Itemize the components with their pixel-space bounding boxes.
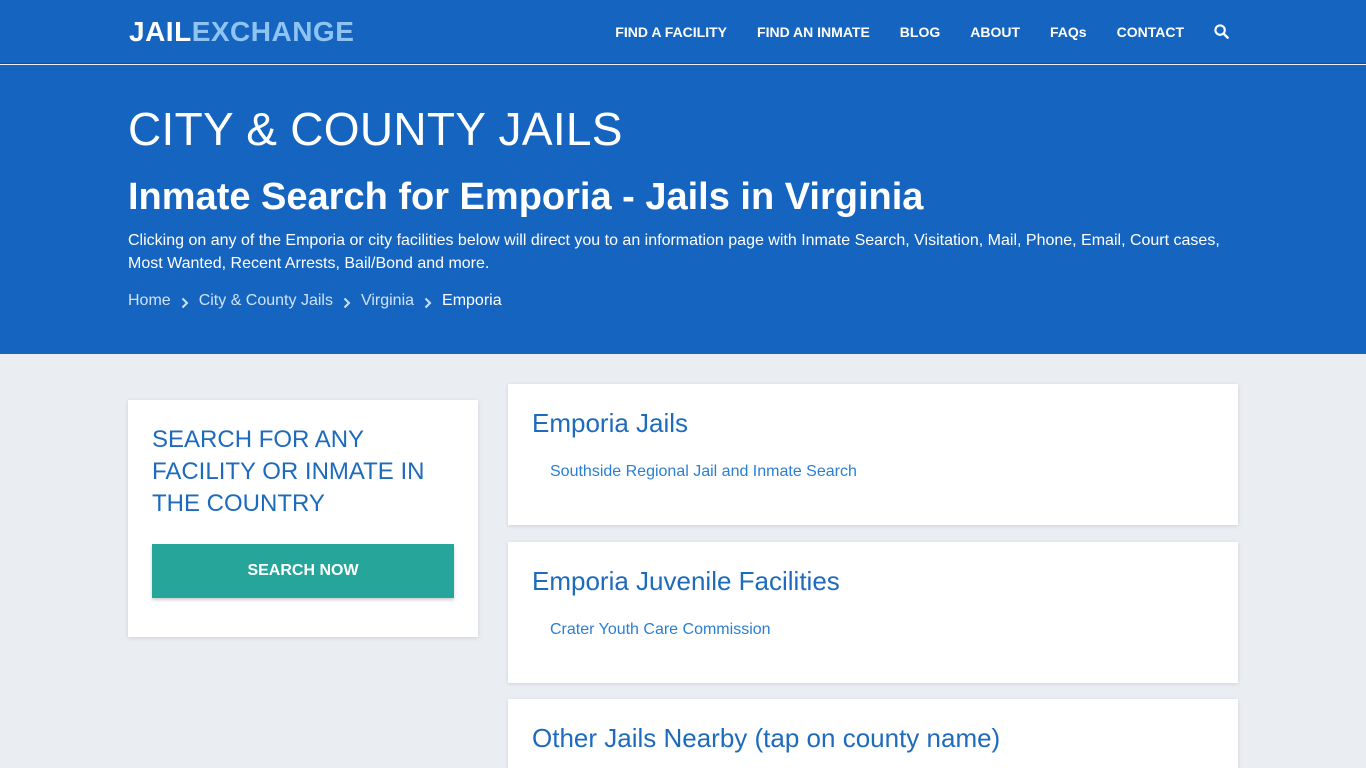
breadcrumb-city-county-jails[interactable]: City & County Jails [199,291,333,311]
search-now-button[interactable]: SEARCH NOW [152,544,454,598]
search-promo-card: SEARCH FOR ANY FACILITY OR INMATE IN THE… [128,400,478,637]
chevron-right-icon [424,295,432,309]
emporia-juvenile-card: Emporia Juvenile Facilities Crater Youth… [508,542,1238,683]
facility-link[interactable]: Crater Youth Care Commission [550,620,771,640]
breadcrumb-virginia[interactable]: Virginia [361,291,414,311]
breadcrumb-home[interactable]: Home [128,291,171,311]
search-promo-heading: SEARCH FOR ANY FACILITY OR INMATE IN THE… [152,426,425,517]
facility-link[interactable]: Southside Regional Jail and Inmate Searc… [550,462,857,482]
logo-part-jail: JAIL [129,16,192,47]
search-icon[interactable] [1214,24,1230,40]
nav-blog[interactable]: BLOG [900,0,940,64]
page-subtitle: Inmate Search for Emporia - Jails in Vir… [128,176,924,218]
chevron-right-icon [181,295,189,309]
nav-find-a-facility[interactable]: FIND A FACILITY [615,0,727,64]
chevron-right-icon [343,295,351,309]
nav-about[interactable]: ABOUT [970,0,1020,64]
main-nav: FIND A FACILITY FIND AN INMATE BLOG ABOU… [585,0,1230,64]
logo-part-exchange: EXCHANGE [191,16,355,47]
nav-find-an-inmate[interactable]: FIND AN INMATE [757,0,870,64]
top-navbar: JAILEXCHANGE FIND A FACILITY FIND AN INM… [0,0,1366,64]
jailexchange-logo[interactable]: JAILEXCHANGE [129,16,354,48]
page-description: Clicking on any of the Emporia or city f… [128,232,1220,272]
section-title: Emporia Jails [532,408,689,438]
page-title: CITY & COUNTY JAILS [128,103,623,155]
breadcrumb: Home City & County Jails Virginia Empori… [128,291,502,311]
breadcrumb-current: Emporia [442,292,502,309]
emporia-jails-card: Emporia Jails Southside Regional Jail an… [508,384,1238,525]
section-title: Other Jails Nearby (tap on county name) [532,723,1001,753]
section-title: Emporia Juvenile Facilities [532,566,840,596]
other-jails-nearby-card: Other Jails Nearby (tap on county name) [508,699,1238,768]
hero-banner: CITY & COUNTY JAILS Inmate Search for Em… [0,65,1366,354]
nav-contact[interactable]: CONTACT [1117,0,1184,64]
nav-faqs: FAQs [1050,24,1087,40]
